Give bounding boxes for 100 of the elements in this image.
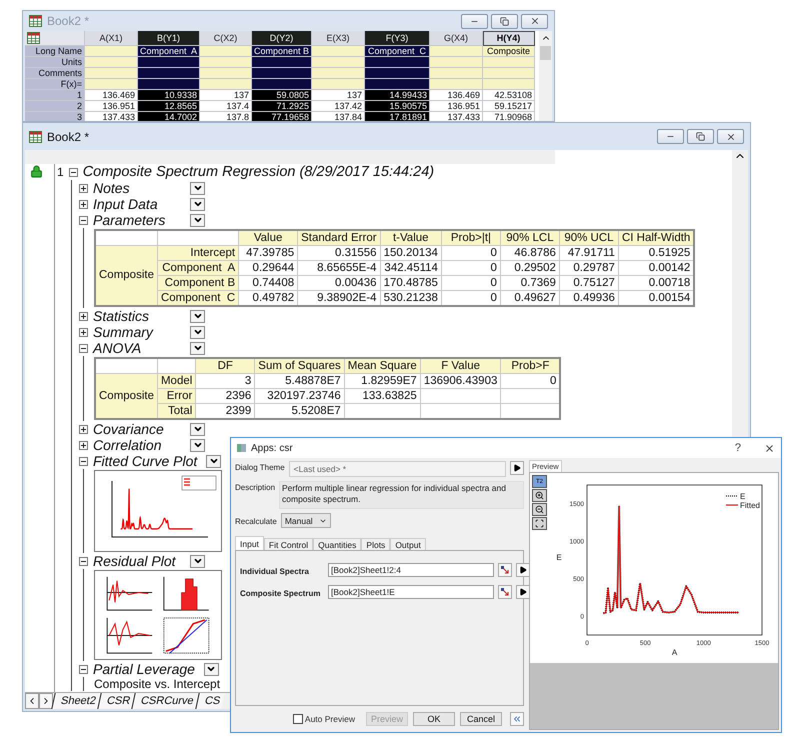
collapse-icon[interactable] [68, 168, 78, 176]
restore-button[interactable] [687, 129, 714, 144]
auto-preview-checkbox[interactable]: Auto Preview [292, 714, 355, 724]
sheet-tab[interactable]: CS [194, 693, 225, 709]
column-header: Value [238, 230, 298, 246]
row-number: 2 [25, 101, 85, 112]
column-header: 90% UCL [559, 230, 618, 246]
close-button[interactable] [521, 14, 548, 28]
zoom-out-icon [535, 505, 544, 514]
column-header[interactable]: E(X3) [312, 31, 365, 46]
dialog-button[interactable]: Cancel [460, 712, 502, 726]
expand-icon[interactable] [79, 200, 88, 208]
sheet-cell [483, 68, 535, 79]
column-header[interactable]: B(Y1) [138, 31, 200, 46]
dialog-title: Apps: csr [251, 442, 293, 454]
collapse-icon[interactable] [79, 556, 88, 566]
range-menu-button[interactable] [516, 563, 530, 577]
range-picker-icon [501, 566, 509, 574]
recalculate-select[interactable]: Manual [280, 513, 331, 528]
collapse-icon[interactable] [79, 456, 88, 466]
column-header[interactable]: F(Y3) [365, 31, 430, 46]
sheet-corner[interactable] [25, 31, 85, 46]
collapse-icon[interactable] [79, 216, 88, 224]
select-range-button[interactable] [498, 563, 512, 577]
sheet-cell [252, 68, 312, 79]
section-title[interactable]: Summary [93, 324, 181, 340]
expand-icon[interactable] [79, 328, 88, 336]
table-cell: 530.21238 [380, 290, 442, 306]
sheet-tab[interactable]: CSR [97, 693, 135, 709]
dialog-tab[interactable]: Quantities [313, 538, 362, 550]
column-header[interactable]: G(X4) [430, 31, 483, 46]
section-title[interactable]: Partial Leverage [93, 661, 195, 677]
theme-field[interactable]: <Last used> * [288, 461, 506, 477]
collapse-icon[interactable] [79, 344, 88, 352]
previous-sheet-button[interactable] [25, 693, 39, 709]
rescale-button[interactable] [532, 517, 547, 530]
section-title[interactable]: Parameters [93, 212, 181, 228]
expand-icon[interactable] [79, 184, 88, 192]
table-cell: 320197.23746 [254, 388, 344, 404]
dropdown-button[interactable] [206, 454, 222, 468]
table-cell: 47.39785 [238, 246, 298, 260]
sheet-cell [312, 46, 365, 57]
section-title[interactable]: Fitted Curve Plot [93, 453, 198, 469]
next-sheet-button[interactable] [39, 693, 53, 709]
range-menu-button[interactable] [516, 585, 530, 599]
dropdown-button[interactable] [190, 554, 205, 568]
section-title[interactable]: Correlation [93, 437, 181, 453]
scroll-thumb[interactable] [540, 46, 551, 60]
column-header[interactable]: A(X1) [85, 31, 138, 46]
theme-menu-button[interactable] [510, 461, 524, 475]
zoom-in-icon [535, 491, 544, 500]
sheet-cell: 15.90575 [365, 101, 430, 112]
zoom-out-button[interactable] [532, 503, 547, 516]
dropdown-button[interactable] [190, 342, 205, 354]
section-title[interactable]: Covariance [93, 421, 181, 437]
sheet-cell [312, 68, 365, 79]
column-header[interactable]: C(X2) [200, 31, 252, 46]
lock-icon[interactable] [30, 165, 43, 178]
collapse-preview-button[interactable] [510, 712, 524, 726]
sheet-tab[interactable]: Sheet2 [51, 693, 101, 709]
checkbox[interactable] [292, 714, 303, 724]
close-icon[interactable] [764, 442, 775, 454]
column-header[interactable]: H(Y4) [483, 31, 535, 46]
expand-icon[interactable] [79, 440, 88, 450]
expand-icon[interactable] [79, 312, 88, 320]
section-title[interactable]: Notes [93, 180, 181, 196]
dropdown-button[interactable] [204, 662, 219, 676]
dropdown-button[interactable] [190, 198, 205, 210]
range-field[interactable]: [Book2]Sheet1!2:4 [328, 563, 494, 577]
dropdown-button[interactable] [190, 422, 205, 436]
section-title[interactable]: Input Data [93, 196, 181, 212]
dropdown-button[interactable] [190, 310, 205, 322]
dialog-tab[interactable]: Output [390, 538, 426, 550]
row-label: Component A [157, 260, 239, 276]
section-title[interactable]: Residual Plot [93, 553, 181, 569]
dropdown-button[interactable] [190, 182, 205, 194]
table-cell: 9.38902E-4 [298, 290, 380, 306]
dialog-tab[interactable]: Input [235, 536, 264, 550]
help-button[interactable]: ? [734, 442, 741, 454]
table-cell: 0.00154 [618, 290, 694, 306]
dialog-tab[interactable]: Fit Control [264, 538, 314, 550]
zoom-in-button[interactable] [532, 489, 547, 502]
select-range-button[interactable] [498, 585, 512, 599]
dropdown-button[interactable] [190, 438, 205, 452]
table-cell: 0.29502 [500, 260, 560, 276]
sheet-tab[interactable]: CSRCurve [131, 693, 198, 709]
range-field[interactable]: [Book2]Sheet1!E [328, 585, 494, 599]
collapse-icon[interactable] [79, 664, 88, 674]
section-title[interactable]: Statistics [93, 308, 181, 324]
expand-icon[interactable] [79, 424, 88, 434]
restore-button[interactable] [491, 14, 518, 28]
dialog-tab[interactable]: Plots [361, 538, 390, 550]
dropdown-button[interactable] [190, 214, 205, 226]
section-title[interactable]: ANOVA [93, 340, 181, 356]
worksheet-icon [29, 15, 42, 27]
close-button[interactable] [717, 129, 744, 144]
column-header[interactable]: D(Y2) [252, 31, 312, 46]
dropdown-button[interactable] [190, 326, 205, 338]
dialog-button[interactable]: OK [413, 712, 455, 726]
scrollbar[interactable] [539, 31, 552, 121]
